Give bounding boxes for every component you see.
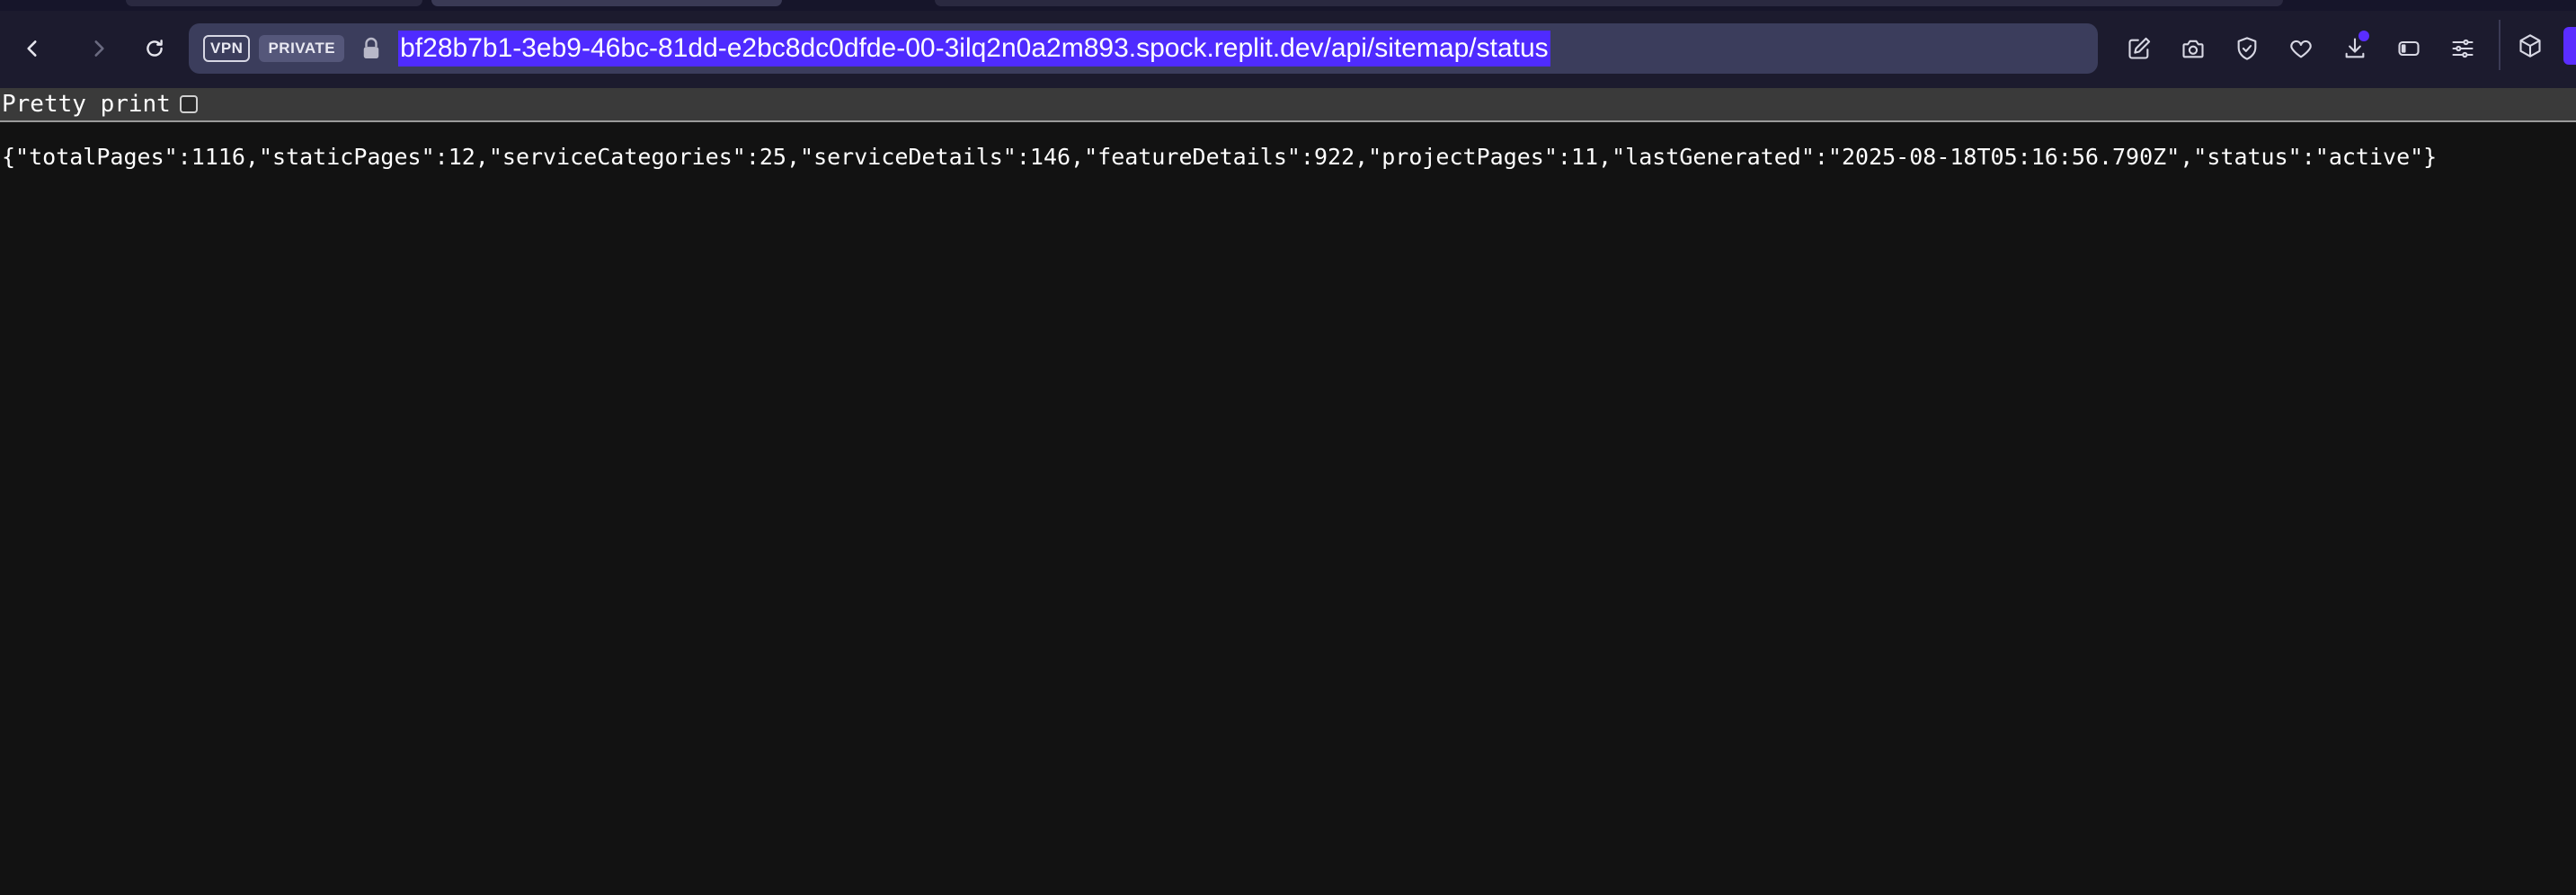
toolbar-actions xyxy=(2112,29,2490,68)
tab[interactable] xyxy=(935,0,2283,6)
sidebar-button[interactable] xyxy=(2382,29,2436,68)
shield-icon xyxy=(2237,37,2257,60)
heart-icon xyxy=(2290,40,2312,58)
menu-icon xyxy=(2452,39,2474,58)
lock-icon[interactable] xyxy=(360,35,382,62)
address-bar[interactable]: VPN PRIVATE bf28b7b1-3eb9-46bc-81dd-e2bc… xyxy=(189,23,2098,74)
menu-button[interactable] xyxy=(2436,29,2490,68)
pretty-print-label: Pretty print xyxy=(2,91,171,118)
edit-button[interactable] xyxy=(2112,29,2166,68)
screenshot-button[interactable] xyxy=(2166,29,2220,68)
back-button[interactable] xyxy=(16,32,49,65)
browser-toolbar: VPN PRIVATE bf28b7b1-3eb9-46bc-81dd-e2bc… xyxy=(0,16,2576,81)
camera-icon xyxy=(2182,40,2204,58)
reload-icon xyxy=(147,40,163,57)
favorite-button[interactable] xyxy=(2274,29,2328,68)
tab-active[interactable] xyxy=(431,0,782,6)
vpn-badge[interactable]: VPN xyxy=(203,35,251,62)
chevron-right-icon xyxy=(94,40,104,57)
pretty-print-checkbox[interactable] xyxy=(179,95,198,113)
url-text[interactable]: bf28b7b1-3eb9-46bc-81dd-e2bc8dc0dfde-00-… xyxy=(398,31,1550,66)
chevron-left-icon xyxy=(27,40,37,57)
downloads-button[interactable] xyxy=(2328,29,2382,68)
download-indicator-dot xyxy=(2358,31,2369,41)
shield-button[interactable] xyxy=(2220,29,2274,68)
edit-icon xyxy=(2128,37,2151,59)
browser-chrome: VPN PRIVATE bf28b7b1-3eb9-46bc-81dd-e2bc… xyxy=(0,0,2576,88)
tab-strip xyxy=(0,0,2576,11)
profile-edge-button[interactable] xyxy=(2563,27,2576,65)
cube-icon xyxy=(2519,34,2541,58)
reload-button[interactable] xyxy=(138,32,171,65)
json-content: {"totalPages":1116,"staticPages":12,"ser… xyxy=(2,144,2438,170)
private-badge: PRIVATE xyxy=(259,35,345,62)
tab[interactable] xyxy=(126,0,422,6)
extensions-button[interactable] xyxy=(2517,32,2544,59)
forward-button[interactable] xyxy=(83,32,115,65)
toolbar-divider xyxy=(2499,20,2500,70)
sidebar-icon xyxy=(2398,40,2420,57)
json-viewer-toolbar: Pretty print xyxy=(0,88,2576,122)
